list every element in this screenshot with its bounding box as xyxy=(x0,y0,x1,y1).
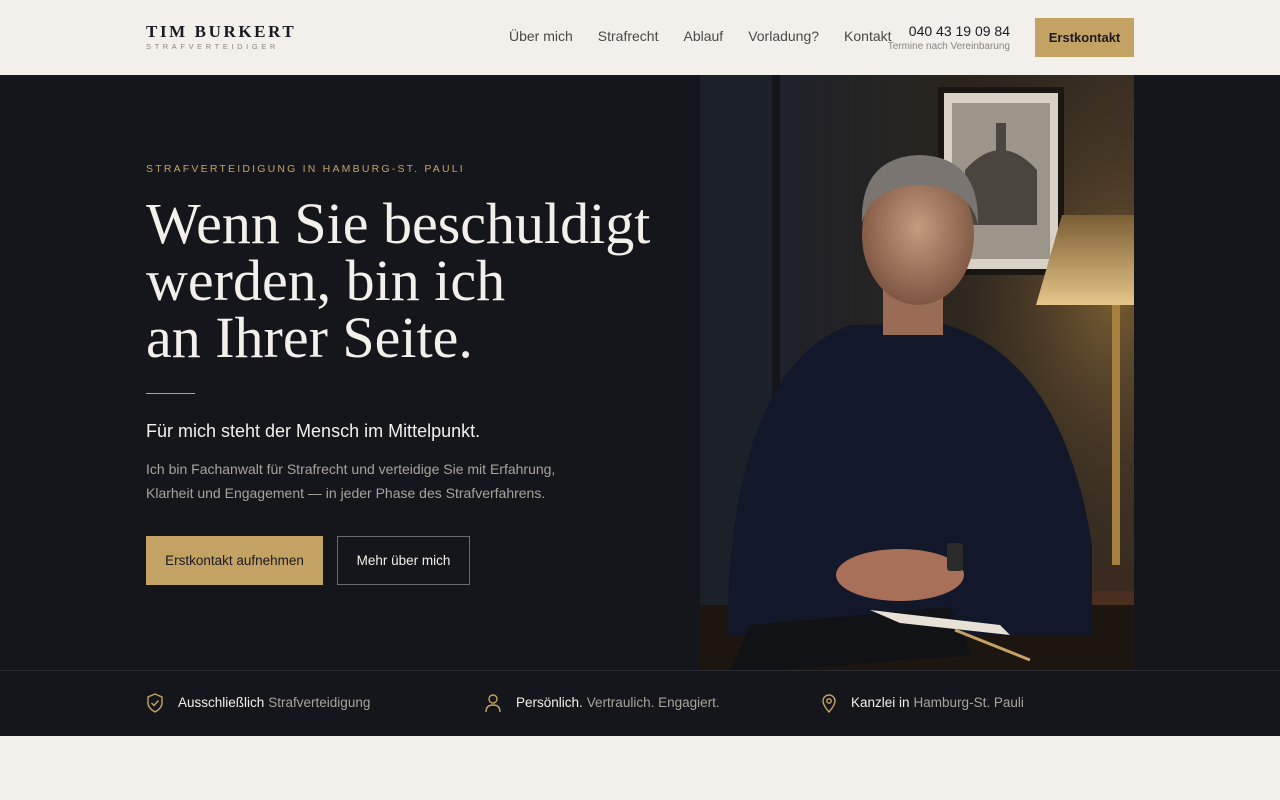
hero-eyebrow: STRAFVERTEIDIGUNG IN HAMBURG-ST. PAULI xyxy=(146,163,465,175)
hero-lead: Für mich steht der Mensch im Mittelpunkt… xyxy=(146,421,481,441)
nav-item-strafrecht[interactable]: Strafrecht xyxy=(598,27,659,45)
nav-item-vorladung[interactable]: Vorladung? xyxy=(748,27,819,45)
person-icon xyxy=(485,694,501,713)
main-nav: Über mich Strafrecht Ablauf Vorladung? K… xyxy=(509,27,917,45)
logo[interactable]: TIM BURKERT STRAFVERTEIDIGER xyxy=(146,22,296,52)
headline-line: Wenn Sie beschuldigt xyxy=(146,191,651,256)
hero-body: Ich bin Fachanwalt für Strafrecht und ve… xyxy=(146,461,556,501)
feature-muted: Vertraulich. Engagiert. xyxy=(586,695,720,710)
feature-strong: Kanzlei in xyxy=(851,695,910,710)
feature-muted: Strafverteidigung xyxy=(268,695,371,710)
logo-name: TIM BURKERT xyxy=(146,22,297,41)
header-cta-button[interactable]: Erstkontakt xyxy=(1035,18,1134,57)
hero-headline: Wenn Sie beschuldigt werden, bin ich an … xyxy=(146,191,686,370)
shield-check-icon xyxy=(147,693,163,713)
feature-strong: Ausschließlich xyxy=(178,695,265,710)
features-bar: Ausschließlich Strafverteidigung Persönl… xyxy=(0,670,1280,736)
lawyer-portrait-image xyxy=(700,75,1134,670)
nav-item-ueber-mich[interactable]: Über mich xyxy=(509,27,573,45)
headline-line: werden, bin ich xyxy=(146,248,506,313)
gold-divider xyxy=(146,393,195,394)
phone-note: Termine nach Vereinbarung xyxy=(887,41,1010,52)
location-pin-icon xyxy=(822,694,836,713)
hero-section: STRAFVERTEIDIGUNG IN HAMBURG-ST. PAULI W… xyxy=(0,75,1280,670)
feature-item: Persönlich. Vertraulich. Engagiert. xyxy=(484,693,720,713)
nav-item-ablauf[interactable]: Ablauf xyxy=(684,27,724,45)
nav-item-kontakt[interactable]: Kontakt xyxy=(844,27,891,45)
contact-cta-button[interactable]: Erstkontakt aufnehmen xyxy=(146,536,323,585)
feature-strong: Persönlich. xyxy=(516,695,583,710)
site-header: TIM BURKERT STRAFVERTEIDIGER Über mich S… xyxy=(0,0,1280,75)
feature-muted: Hamburg-St. Pauli xyxy=(913,695,1024,710)
headline-line: an Ihrer Seite. xyxy=(146,305,473,370)
phone-number[interactable]: 040 43 19 09 84 xyxy=(888,22,1010,40)
about-me-button[interactable]: Mehr über mich xyxy=(337,536,470,585)
phone-block: 040 43 19 09 84 Termine nach Vereinbarun… xyxy=(888,22,1010,53)
feature-item: Ausschließlich Strafverteidigung xyxy=(146,693,370,713)
feature-item: Kanzlei in Hamburg-St. Pauli xyxy=(821,693,1024,713)
logo-subtitle: STRAFVERTEIDIGER xyxy=(146,42,279,51)
